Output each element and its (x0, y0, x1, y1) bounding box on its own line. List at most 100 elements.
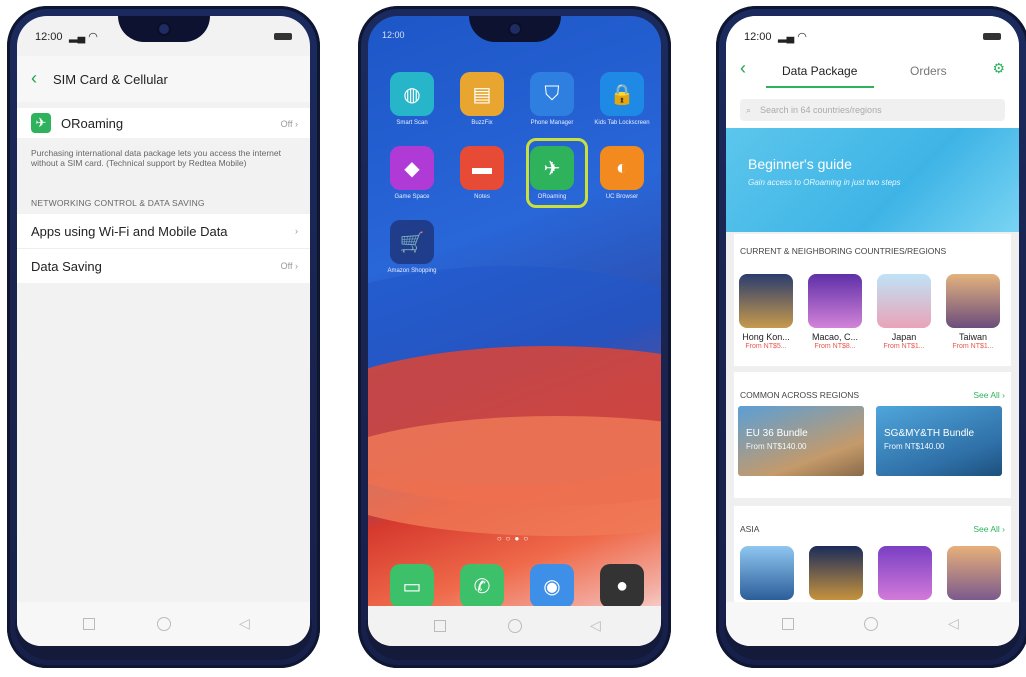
destination-image[interactable] (878, 546, 932, 600)
section-title: CURRENT & NEIGHBORING COUNTRIES/REGIONS (740, 246, 947, 256)
page-title: SIM Card & Cellular (53, 72, 168, 87)
destination-card[interactable]: Taiwan From NT$1... (945, 274, 1001, 350)
gear-icon[interactable]: ⚙ (992, 60, 1005, 77)
destination-name: Japan (891, 332, 917, 342)
signal-icon: ▂▄ ◠ (69, 31, 98, 43)
destination-image (877, 274, 931, 328)
cart-icon[interactable]: 🛒 (390, 220, 434, 264)
oroaming-row[interactable]: ✈ ORoaming Off › (17, 108, 310, 138)
app-label: Smart Scan (396, 120, 428, 126)
status-time: 12:00 (35, 31, 63, 43)
oroaming-value-text: Off (280, 119, 293, 129)
phone-sim-settings: 12:00 ▂▄ ◠ ‹ SIM Card & Cellular ✈ ORoam… (7, 6, 320, 668)
app-label: BuzzFix (471, 120, 493, 126)
search-icon: ⌕ (746, 105, 752, 115)
destination-image[interactable] (809, 546, 863, 600)
destination-image (739, 274, 793, 328)
home-button[interactable] (864, 617, 878, 631)
nav-bar: ◁ (726, 602, 1019, 646)
bundle-title: EU 36 Bundle (746, 428, 808, 439)
app-label: Notes (474, 194, 490, 200)
destination-image[interactable] (740, 546, 794, 600)
see-all-link[interactable]: See All › (973, 524, 1005, 534)
search-input[interactable]: ⌕ Search in 64 countries/regions (740, 99, 1005, 121)
browser-icon[interactable]: ◉ (530, 564, 574, 608)
bundle-title: SG&MY&TH Bundle (884, 428, 975, 439)
signal-icon: ▂▄ ◠ (778, 31, 807, 43)
tab-data-package[interactable]: Data Package (782, 64, 857, 78)
search-placeholder: Search in 64 countries/regions (760, 105, 882, 115)
recents-button[interactable] (83, 618, 95, 630)
game-icon[interactable]: ◆ (390, 146, 434, 190)
header: ‹ SIM Card & Cellular (17, 56, 310, 102)
page-indicator: ○○●○ (496, 534, 533, 543)
wallpaper-wave (368, 416, 661, 536)
highlight-frame (526, 138, 588, 208)
app-label: Game Space (394, 194, 430, 200)
shield-icon[interactable]: ⛉ (530, 72, 574, 116)
status-time: 12:00 (382, 30, 405, 40)
scan-icon[interactable]: ◍ (390, 72, 434, 116)
see-all-link[interactable]: See All › (973, 390, 1005, 400)
tab-orders[interactable]: Orders (910, 64, 947, 78)
camera-icon[interactable]: ● (600, 564, 644, 608)
data-saving-value: Off › (280, 261, 298, 271)
back-icon[interactable]: ‹ (740, 58, 746, 79)
apps-network-row[interactable]: Apps using Wi-Fi and Mobile Data › (17, 214, 310, 249)
nav-bar: ◁ (17, 602, 310, 646)
screen: 12:00 ◍ Smart Scan ▤ BuzzFix ⛉ Phone Manager 🔒… (368, 16, 661, 646)
bundle-card[interactable]: SG&MY&TH Bundle From NT$140.00 (876, 406, 1002, 476)
home-button[interactable] (508, 619, 522, 633)
back-button[interactable]: ◁ (239, 615, 250, 632)
screen: 12:00 ▂▄ ◠ ‹ SIM Card & Cellular ✈ ORoam… (17, 16, 310, 646)
bundle-price: From NT$140.00 (884, 442, 945, 451)
data-saving-row[interactable]: Data Saving Off › (17, 249, 310, 283)
section-title: ASIA (740, 524, 760, 534)
destination-price: From NT$5... (745, 343, 787, 350)
beginners-guide-banner[interactable]: Beginner's guide Gain access to ORoaming… (726, 128, 1019, 232)
destination-card[interactable]: Hong Kon... From NT$5... (738, 274, 794, 350)
nav-bar: ◁ (368, 606, 661, 646)
app-label: UC Browser (605, 194, 639, 200)
destination-price: From NT$8... (814, 343, 856, 350)
recents-button[interactable] (434, 620, 446, 632)
phone-icon[interactable]: ✆ (460, 564, 504, 608)
back-button[interactable]: ◁ (948, 615, 959, 632)
note-icon[interactable]: ▬ (460, 146, 504, 190)
app-label: Amazon Shopping (387, 268, 437, 274)
section-current-countries: CURRENT & NEIGHBORING COUNTRIES/REGIONS … (734, 234, 1011, 366)
phone-data-package: 12:00 ▂▄ ◠ ‹ Data Package Orders ⚙ ⌕ Sea… (716, 6, 1026, 668)
destination-image[interactable] (947, 546, 1001, 600)
notch (117, 16, 210, 42)
destination-image (946, 274, 1000, 328)
destination-card[interactable]: Macao, C... From NT$8... (807, 274, 863, 350)
messages-icon[interactable]: ▭ (390, 564, 434, 608)
back-button[interactable]: ◁ (590, 617, 601, 634)
destination-name: Macao, C... (811, 332, 858, 342)
bundle-card[interactable]: EU 36 Bundle From NT$140.00 (738, 406, 864, 476)
data-saving-value-text: Off (280, 261, 293, 271)
destination-name: Taiwan (958, 332, 987, 342)
book-icon[interactable]: ▤ (460, 72, 504, 116)
destination-name: Hong Kon... (742, 332, 790, 342)
lock-icon[interactable]: 🔒 (600, 72, 644, 116)
screen: 12:00 ▂▄ ◠ ‹ Data Package Orders ⚙ ⌕ Sea… (726, 16, 1019, 646)
destination-card[interactable]: Japan From NT$1... (876, 274, 932, 350)
top-area: 12:00 ▂▄ ◠ ‹ Data Package Orders ⚙ ⌕ Sea… (726, 16, 1019, 128)
front-camera (158, 24, 169, 34)
home-button[interactable] (157, 617, 171, 631)
chevron-right-icon: › (295, 226, 298, 236)
oroaming-description: Purchasing international data package le… (31, 148, 281, 168)
browser-icon[interactable]: ◐ (600, 146, 644, 190)
destination-image (808, 274, 862, 328)
back-icon[interactable]: ‹ (31, 68, 37, 89)
status-bar: 12:00 ▂▄ ◠ (726, 16, 1019, 56)
section-asia: ASIA See All › (734, 506, 1011, 606)
section-title: COMMON ACROSS REGIONS (740, 390, 860, 400)
oroaming-label: ORoaming (61, 116, 124, 131)
banner-title: Beginner's guide (748, 156, 852, 172)
recents-button[interactable] (782, 618, 794, 630)
data-saving-label: Data Saving (31, 259, 102, 274)
oroaming-value: Off › (280, 119, 298, 129)
destination-price: From NT$1... (952, 343, 994, 350)
